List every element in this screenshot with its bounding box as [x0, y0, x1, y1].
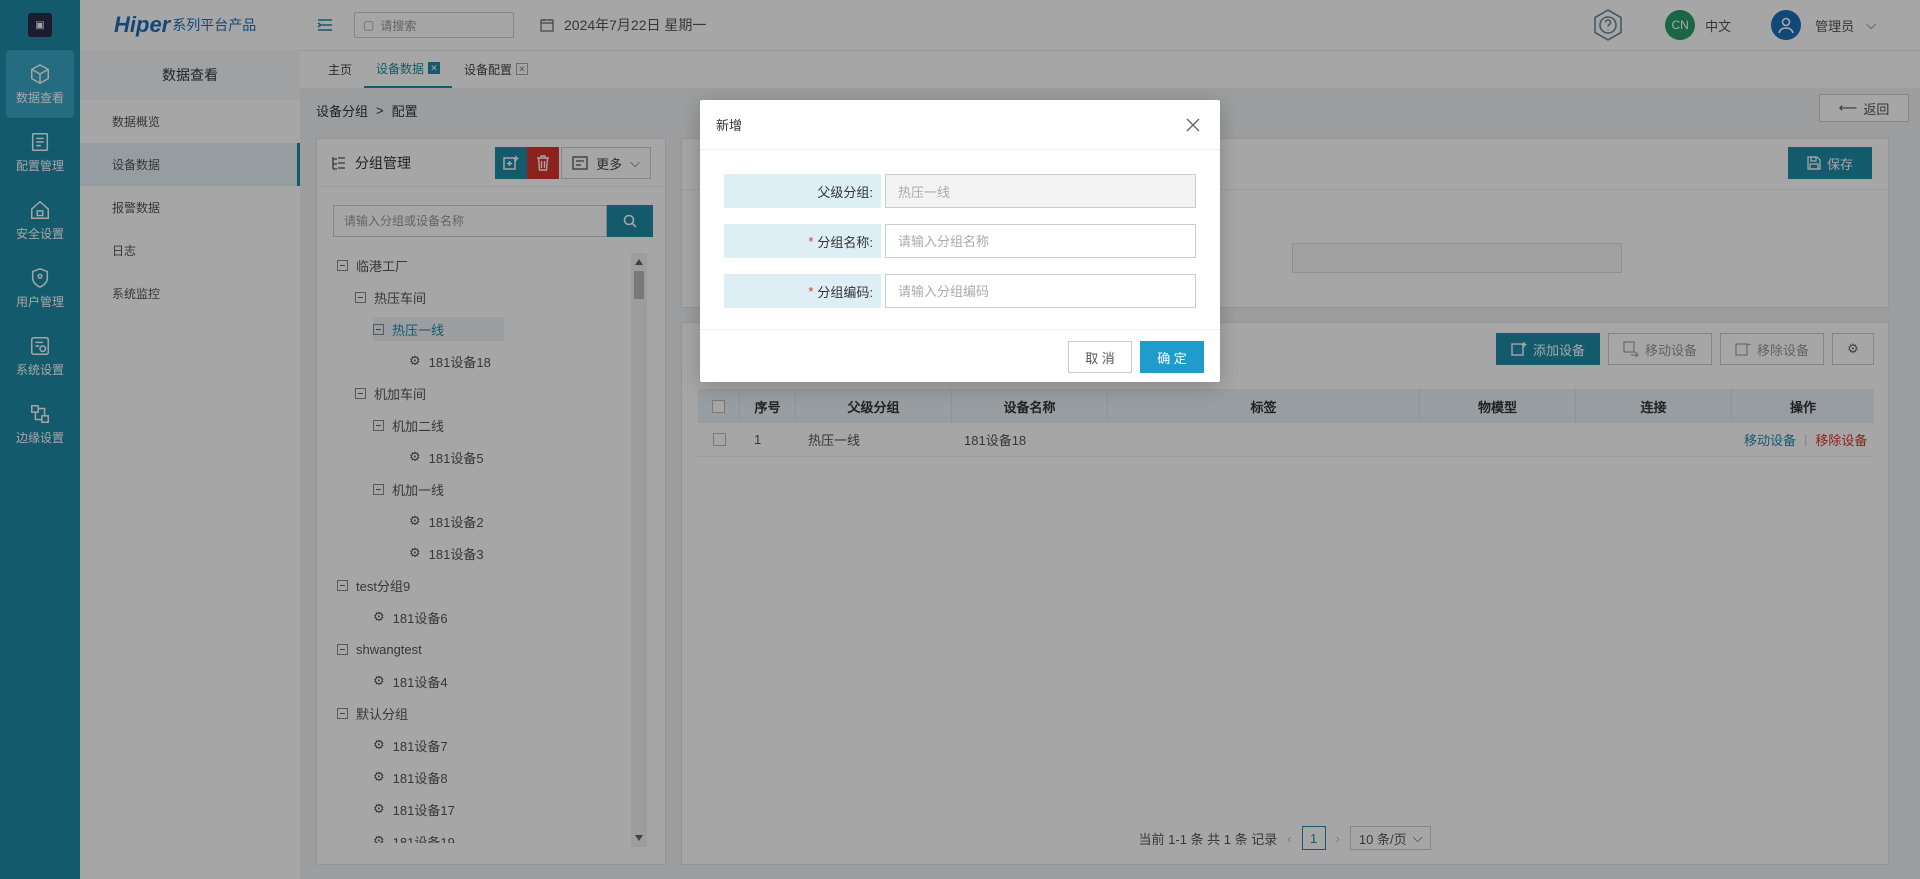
- group-code-field[interactable]: [885, 274, 1196, 308]
- form-row-group-name: * 分组名称:: [724, 224, 1196, 258]
- form-row-parent-group: 父级分组:: [724, 174, 1196, 208]
- group-name-field[interactable]: [885, 224, 1196, 258]
- field-label: 父级分组:: [817, 184, 873, 200]
- close-icon[interactable]: [1186, 118, 1200, 132]
- form-row-group-code: * 分组编码:: [724, 274, 1196, 308]
- form-label: 父级分组:: [724, 174, 881, 208]
- dialog-header: 新增: [700, 100, 1220, 150]
- form-label: * 分组编码:: [724, 274, 881, 308]
- confirm-button[interactable]: 确 定: [1140, 341, 1204, 373]
- field-label: 分组名称:: [817, 234, 873, 250]
- form-label: * 分组名称:: [724, 224, 881, 258]
- dialog-title: 新增: [716, 118, 743, 133]
- parent-group-field: [885, 174, 1196, 208]
- add-group-dialog: 新增 父级分组: *分组名称: *分组编码: 取 消 确 定: [700, 100, 1220, 382]
- required-mark: *: [808, 233, 814, 249]
- field-label: 分组编码:: [817, 284, 873, 300]
- cancel-button[interactable]: 取 消: [1068, 341, 1132, 373]
- dialog-footer: 取 消 确 定: [700, 329, 1220, 382]
- required-mark: *: [808, 283, 814, 299]
